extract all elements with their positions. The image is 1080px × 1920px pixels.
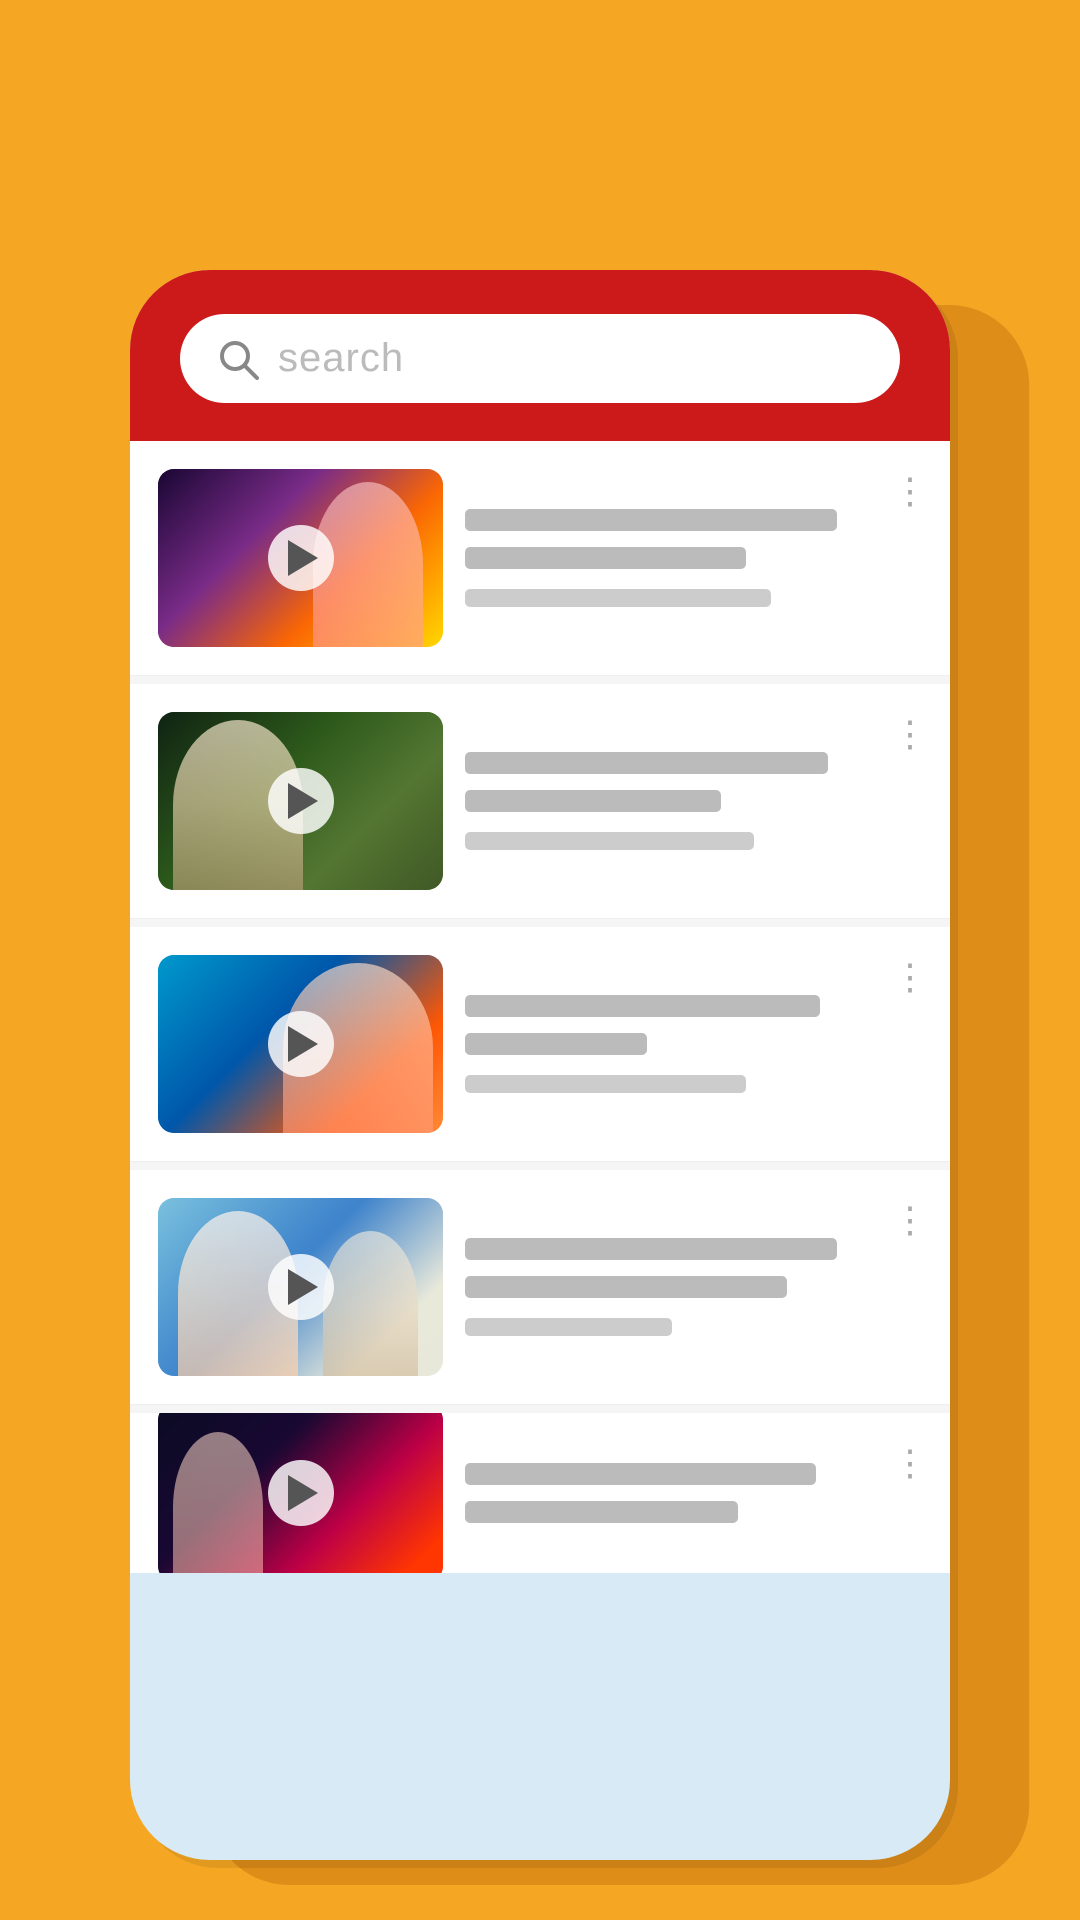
video-info-5 [465, 1463, 922, 1523]
search-icon [216, 337, 260, 381]
more-button-5[interactable]: ⋮ [892, 1445, 928, 1481]
skeleton-title-1b [465, 547, 746, 569]
video-thumbnail-2[interactable] [158, 712, 443, 890]
video-item-3: ⋮ [130, 927, 950, 1162]
more-button-4[interactable]: ⋮ [892, 1202, 928, 1238]
phone-frame: search ⋮ [130, 270, 950, 1860]
more-button-3[interactable]: ⋮ [892, 959, 928, 995]
video-item-5: ⋮ [130, 1413, 950, 1573]
video-info-1 [465, 509, 922, 607]
video-item-1: ⋮ [130, 441, 950, 676]
play-button-3[interactable] [268, 1011, 334, 1077]
play-button-4[interactable] [268, 1254, 334, 1320]
video-info-4 [465, 1238, 922, 1336]
video-item-4: ⋮ [130, 1170, 950, 1405]
skeleton-title-2c [465, 832, 754, 850]
skeleton-title-4a [465, 1238, 837, 1260]
skeleton-title-2a [465, 752, 828, 774]
skeleton-title-1c [465, 589, 771, 607]
video-thumbnail-3[interactable] [158, 955, 443, 1133]
video-thumbnail-5[interactable] [158, 1413, 443, 1573]
skeleton-title-5a [465, 1463, 816, 1485]
video-info-3 [465, 995, 922, 1093]
skeleton-title-3c [465, 1075, 746, 1093]
search-input-container[interactable]: search [180, 314, 900, 403]
play-button-1[interactable] [268, 525, 334, 591]
video-thumbnail-4[interactable] [158, 1198, 443, 1376]
skeleton-title-3b [465, 1033, 647, 1055]
play-button-2[interactable] [268, 768, 334, 834]
video-list: ⋮ ⋮ [130, 441, 950, 1573]
video-thumbnail-1[interactable] [158, 469, 443, 647]
search-placeholder-text: search [278, 336, 404, 381]
more-button-2[interactable]: ⋮ [892, 716, 928, 752]
search-header: search [130, 270, 950, 441]
skeleton-title-1a [465, 509, 837, 531]
play-button-5[interactable] [268, 1460, 334, 1526]
skeleton-title-2b [465, 790, 721, 812]
skeleton-title-4c [465, 1318, 672, 1336]
video-info-2 [465, 752, 922, 850]
skeleton-title-4b [465, 1276, 787, 1298]
skeleton-title-3a [465, 995, 820, 1017]
video-item-2: ⋮ [130, 684, 950, 919]
skeleton-title-5b [465, 1501, 738, 1523]
more-button-1[interactable]: ⋮ [892, 473, 928, 509]
